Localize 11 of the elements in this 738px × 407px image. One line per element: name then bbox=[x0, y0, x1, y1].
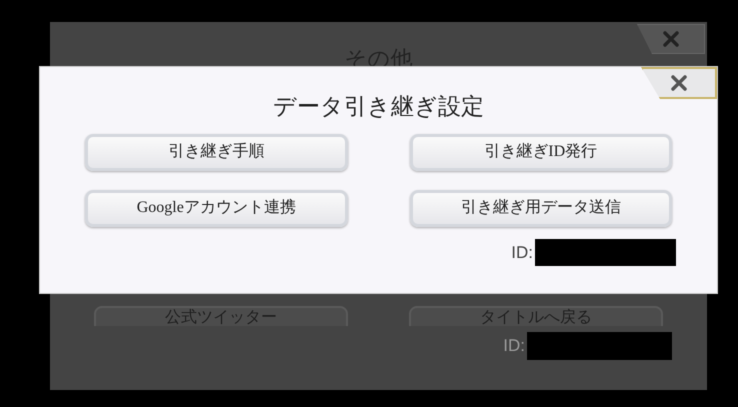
close-button[interactable] bbox=[641, 67, 717, 99]
id-label: ID: bbox=[511, 242, 533, 264]
dialog-title: データ引き継ぎ設定 bbox=[273, 93, 484, 121]
id-label: ID: bbox=[503, 335, 525, 358]
close-icon bbox=[663, 31, 679, 47]
menu-button[interactable]: 引き継ぎ用データ送信 bbox=[410, 190, 672, 227]
menu-button[interactable]: 引き継ぎID発行 bbox=[410, 134, 672, 171]
menu-button[interactable]: Googleアカウント連携 bbox=[85, 190, 348, 227]
close-button[interactable] bbox=[637, 24, 705, 54]
menu-button[interactable]: 引き継ぎ手順 bbox=[85, 134, 348, 171]
close-icon bbox=[671, 75, 687, 91]
